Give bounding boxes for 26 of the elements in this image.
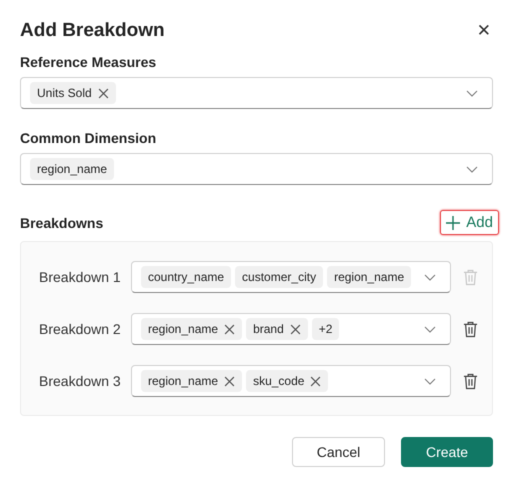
breakdown-label: Breakdown 1 — [39, 269, 122, 285]
dropdown-field[interactable]: Units Sold — [20, 77, 493, 109]
field-label: Reference Measures — [20, 54, 156, 70]
tag-text: Units Sold — [37, 86, 92, 100]
tag-text: region_name — [334, 270, 404, 284]
add-button[interactable]: Add — [440, 210, 499, 235]
tag-text: region_name — [148, 322, 218, 336]
dialog-title: Add Breakdown — [20, 20, 165, 42]
breakdown-label: Breakdown 2 — [39, 321, 122, 337]
tag-text: customer_city — [242, 270, 316, 284]
dropdown-field[interactable]: region_name — [20, 153, 493, 185]
tag-text: brand — [253, 322, 284, 336]
cancel-button[interactable]: Cancel — [292, 437, 385, 467]
tag-text: +2 — [318, 322, 332, 336]
create-button[interactable]: Create — [401, 437, 493, 467]
tag-text: sku_code — [253, 374, 304, 388]
tag-text: region_name — [148, 374, 218, 388]
section-label: Breakdowns — [20, 214, 104, 230]
dropdown-field[interactable]: region_name sku_code — [131, 365, 451, 397]
dropdown-field[interactable]: country_name customer_city region_name — [131, 261, 451, 293]
dropdown-field[interactable]: region_name brand +2 — [131, 313, 451, 345]
breakdown-label: Breakdown 3 — [39, 373, 122, 389]
field-label: Common Dimension — [20, 130, 156, 146]
close-button[interactable]: ✕ — [474, 21, 493, 41]
tag-text: country_name — [148, 270, 224, 284]
tag-text: region_name — [37, 162, 108, 176]
